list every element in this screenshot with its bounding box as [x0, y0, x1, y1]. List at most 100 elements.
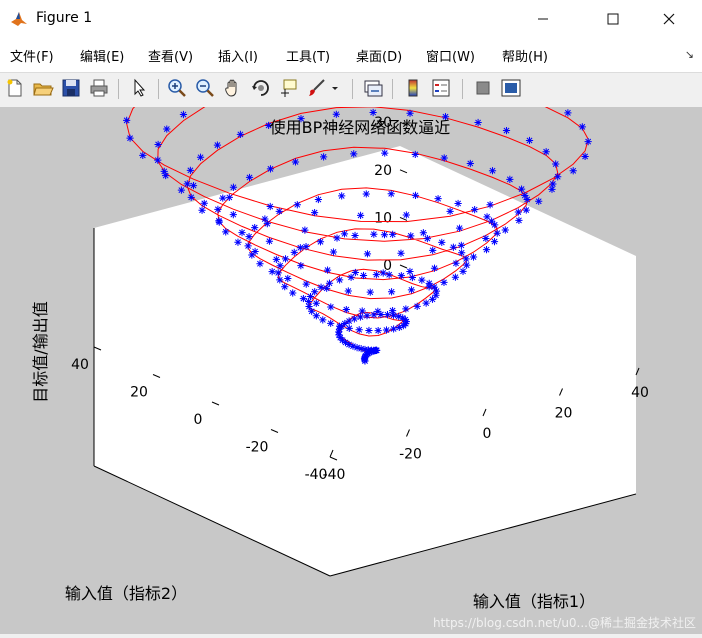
colorbar-icon[interactable] [402, 77, 424, 99]
series-predicted-marker [274, 269, 282, 277]
series-predicted-marker [413, 302, 421, 310]
menu-help[interactable]: 帮助(H) [502, 46, 548, 65]
open-file-icon[interactable] [32, 77, 54, 99]
series-predicted-marker [402, 305, 410, 313]
window-title: Figure 1 [36, 10, 93, 26]
pan-hand-icon[interactable] [222, 77, 244, 99]
print-icon[interactable] [88, 77, 110, 99]
series-predicted-marker [236, 130, 244, 138]
series-predicted-marker [552, 160, 560, 168]
series-predicted-marker [449, 243, 457, 251]
series-predicted-marker [407, 286, 416, 294]
maximize-icon[interactable] [590, 0, 636, 38]
series-predicted-marker [458, 249, 466, 257]
series-predicted-marker [215, 218, 223, 226]
series-predicted-marker [196, 153, 205, 161]
series-predicted-marker [490, 238, 499, 246]
series-predicted-marker [502, 126, 511, 135]
show-plot-tools-icon[interactable] [500, 77, 522, 99]
rotate-3d-icon[interactable] [250, 77, 272, 99]
series-predicted-marker [350, 315, 358, 323]
series-predicted-marker [423, 234, 431, 243]
series-predicted-marker [179, 110, 188, 119]
series-predicted-marker [356, 313, 365, 321]
series-predicted-marker [296, 244, 304, 252]
series-predicted-marker [440, 154, 448, 162]
series-predicted-marker [542, 148, 550, 156]
close-icon[interactable] [646, 0, 692, 38]
menu-tools[interactable]: 工具(T) [286, 46, 330, 65]
series-predicted-marker [225, 193, 233, 202]
series-predicted-marker [411, 150, 419, 159]
y-axis-label: 输入值（指标2） [65, 584, 187, 603]
series-predicted-marker [501, 226, 509, 234]
series-predicted-marker [344, 287, 352, 295]
series-predicted-marker [451, 273, 460, 281]
save-icon[interactable] [60, 77, 82, 99]
figure-window: Figure 1 文件(F) 编辑(E) 查看(V) 插入(I) 工具(T) 桌… [0, 0, 702, 634]
series-predicted-marker [407, 232, 415, 240]
menu-dock-arrow-icon[interactable]: ↘ [685, 48, 694, 61]
series-predicted-marker [276, 276, 284, 284]
series-predicted-marker [290, 248, 298, 256]
series-predicted-marker [584, 137, 592, 146]
series-predicted-marker [428, 295, 437, 303]
series-predicted-marker [336, 276, 344, 284]
series-predicted-marker [406, 267, 414, 276]
pointer-icon[interactable] [128, 77, 150, 99]
menu-desktop[interactable]: 桌面(D) [356, 46, 402, 65]
series-predicted-marker [200, 199, 208, 207]
zoom-out-icon[interactable] [194, 77, 216, 99]
z-tick-label: 20 [374, 163, 392, 179]
series-predicted-marker [310, 208, 319, 217]
menu-insert[interactable]: 插入(I) [218, 46, 258, 65]
series-predicted-marker [569, 167, 577, 175]
link-plot-icon[interactable] [362, 77, 384, 99]
y-tick-label: -40 [305, 467, 328, 483]
menu-edit[interactable]: 编辑(E) [80, 46, 124, 65]
series-predicted-marker [387, 190, 395, 198]
series-predicted-marker [281, 283, 289, 291]
zoom-in-icon[interactable] [166, 77, 188, 99]
minimize-icon[interactable] [520, 0, 566, 38]
series-predicted-marker [126, 134, 134, 142]
series-predicted-marker [350, 150, 358, 158]
x-tick-label: -20 [399, 447, 422, 463]
menu-file[interactable]: 文件(F) [10, 46, 54, 65]
series-predicted-marker [238, 228, 246, 237]
toolbar-separator [392, 79, 393, 99]
series-predicted-marker [454, 199, 462, 208]
series-predicted-marker [266, 202, 274, 211]
menu-window[interactable]: 窗口(W) [426, 46, 475, 65]
series-predicted-marker [244, 242, 252, 250]
series-predicted-marker [229, 183, 238, 191]
series-predicted-marker [390, 325, 398, 333]
series-predicted-marker [222, 228, 230, 236]
menu-view[interactable]: 查看(V) [148, 46, 193, 65]
series-predicted-marker [374, 326, 382, 335]
series-predicted-marker [459, 267, 467, 275]
legend-icon[interactable] [430, 77, 452, 99]
new-figure-icon[interactable] [4, 77, 26, 99]
brush-dropdown-icon[interactable] [328, 77, 342, 99]
hide-plot-tools-icon[interactable] [472, 77, 494, 99]
chart-title: 使用BP神经网络函数逼近 [270, 118, 451, 137]
figure-canvas: -40-2002040-40-200204001020304050 使用BP神经… [0, 20, 702, 634]
series-predicted-marker [406, 109, 414, 117]
series-predicted-marker [383, 311, 392, 319]
data-cursor-icon[interactable] [278, 77, 300, 99]
series-predicted-marker [154, 140, 162, 149]
series-predicted-marker [198, 206, 206, 214]
plot-3d[interactable]: -40-2002040-40-200204001020304050 使用BP神经… [0, 20, 702, 634]
y-tick-label: 20 [130, 385, 148, 401]
z-tick-label: 10 [374, 210, 392, 226]
brush-icon[interactable] [306, 77, 328, 99]
series-predicted-marker [372, 271, 380, 279]
series-predicted-marker [323, 266, 332, 274]
series-predicted-marker [272, 255, 280, 264]
title-bar: Figure 1 [0, 0, 702, 38]
y-tick-label: -20 [246, 440, 269, 456]
series-predicted-marker [177, 186, 185, 194]
series-predicted-marker [455, 224, 464, 232]
series-predicted-marker [440, 278, 448, 287]
